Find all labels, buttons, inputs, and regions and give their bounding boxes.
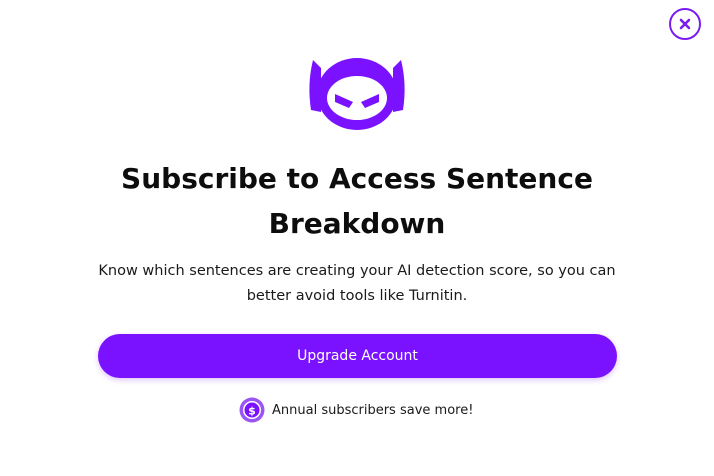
close-button[interactable] <box>669 8 701 40</box>
dollar-coin-icon: $ <box>239 397 265 423</box>
svg-text:$: $ <box>248 405 256 418</box>
robot-mascot-icon <box>309 58 405 130</box>
annual-promo: $ Annual subscribers save more! <box>238 395 473 425</box>
modal-description: Know which sentences are creating your A… <box>98 263 616 304</box>
promo-text: Annual subscribers save more! <box>272 402 474 418</box>
close-icon <box>679 18 691 30</box>
upgrade-account-button[interactable]: Upgrade Account <box>98 334 617 378</box>
modal-title: Subscribe to Access Sentence Breakdown <box>121 162 593 240</box>
subscribe-modal: Subscribe to Access Sentence Breakdown K… <box>0 0 714 476</box>
